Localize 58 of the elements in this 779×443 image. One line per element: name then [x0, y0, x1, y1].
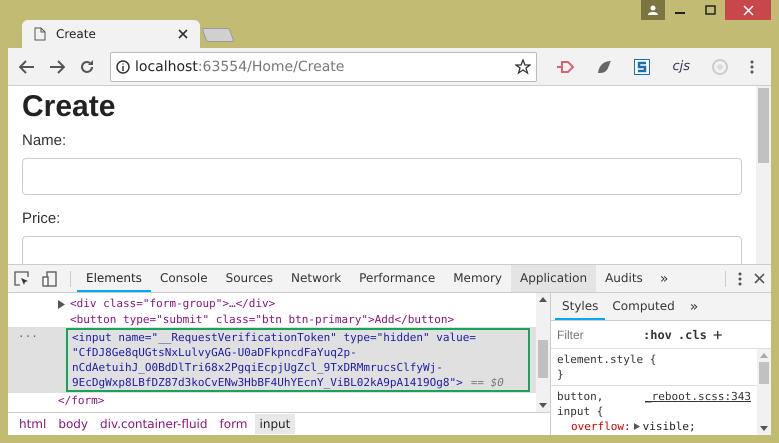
css-brace: }: [557, 367, 565, 382]
dom-node[interactable]: <button type="submit" class="btn btn-primary">Add</button>: [70, 312, 454, 327]
css-value: visible;: [642, 419, 696, 434]
more-tabs-button[interactable]: »: [652, 270, 676, 286]
scroll-down-icon[interactable]: [539, 403, 547, 408]
devtools-tab[interactable]: Sources: [216, 265, 282, 292]
page-icon: [34, 27, 46, 41]
css-selector: input {: [557, 404, 604, 419]
devtools-tab[interactable]: Network: [282, 265, 350, 292]
hov-toggle[interactable]: :hov: [643, 328, 672, 342]
breadcrumb[interactable]: body: [53, 414, 94, 434]
close-icon[interactable]: [178, 29, 188, 39]
cjs-icon[interactable]: cjs: [667, 59, 695, 74]
breadcrumb[interactable]: div.container-fluid: [95, 414, 213, 434]
user-icon[interactable]: [641, 0, 665, 20]
dom-node-text[interactable]: nCdAetuihJ_O0BdDlTri68x2PgqiEcpjUgZcl_9TxDRMmrucsClfyWj-: [72, 360, 524, 375]
breadcrumb[interactable]: form: [214, 414, 252, 434]
devtools-tab[interactable]: Audits: [596, 265, 652, 292]
styles-tab[interactable]: Computed: [605, 293, 682, 320]
url-text: localhost:63554/Home/Create: [135, 58, 346, 74]
css-property: overflow:: [571, 419, 631, 434]
input-field[interactable]: [22, 158, 742, 195]
breadcrumb[interactable]: input: [254, 414, 296, 434]
input-field[interactable]: [22, 236, 742, 264]
browser-tab[interactable]: Create: [22, 20, 200, 48]
devtools-tab[interactable]: Performance: [350, 265, 444, 292]
scrollbar-thumb[interactable]: [538, 340, 548, 378]
address-bar[interactable]: localhost:63554/Home/Create: [110, 52, 538, 82]
breadcrumb[interactable]: html: [14, 414, 52, 434]
devtools-tab[interactable]: Elements: [77, 265, 151, 292]
css-selector: element.style {: [557, 352, 656, 367]
tab-title: Create: [56, 27, 97, 41]
page-heading: Create: [22, 90, 116, 124]
scrollbar-thumb[interactable]: [759, 362, 769, 384]
cls-toggle[interactable]: .cls: [678, 328, 707, 342]
dom-node-text[interactable]: 9EcDgWxp8LBfDZ87d3koCvENw3HbBF4UhYEcnY_ViBL02kA9pA1419Og8">: [72, 375, 463, 390]
add-rule-button[interactable]: +: [712, 325, 722, 344]
scroll-up-icon[interactable]: [539, 297, 547, 302]
field-label: Price:: [22, 210, 62, 227]
selected-node-marker: == $0: [470, 375, 504, 390]
devtools-tab[interactable]: Console: [150, 265, 217, 292]
scrollbar[interactable]: [536, 293, 550, 412]
scrollbar-thumb[interactable]: [758, 88, 769, 163]
devtools-tab[interactable]: Application: [511, 265, 596, 292]
dom-node[interactable]: </form>: [58, 393, 104, 408]
dom-node-text[interactable]: <input name="__RequestVerificationToken" type="hidden" value=: [72, 330, 524, 345]
source-link[interactable]: _reboot.scss:343: [645, 389, 751, 404]
scroll-down-icon[interactable]: [760, 426, 768, 431]
scrollbar[interactable]: [757, 349, 771, 435]
dom-node-text[interactable]: "CfDJ8Ge8qUGtsNxLulvyGAG-U0aDFkpncdFaYuq2p-: [72, 345, 524, 360]
more-options-icon[interactable]: ...: [18, 328, 38, 340]
field-label: Name:: [22, 132, 68, 149]
scrollbar[interactable]: [756, 86, 771, 264]
css-selector: button,: [557, 389, 604, 404]
devtools-tab[interactable]: Memory: [444, 265, 512, 292]
more-tabs-button[interactable]: »: [682, 298, 706, 314]
dom-node[interactable]: <div class="form-group">…</div>: [70, 296, 276, 311]
styles-tab[interactable]: Styles: [555, 293, 606, 320]
